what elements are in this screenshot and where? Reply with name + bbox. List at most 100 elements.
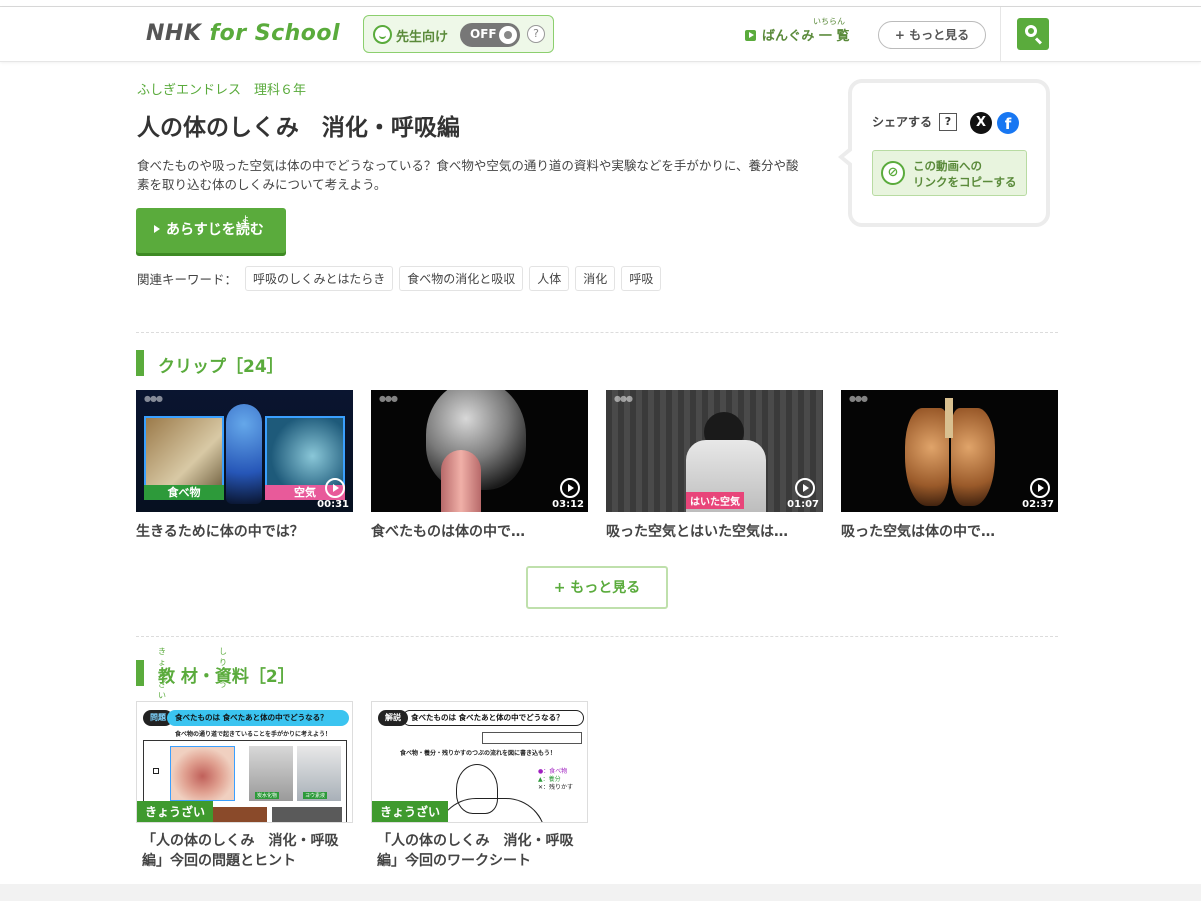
facebook-share-icon[interactable]: f (997, 112, 1019, 134)
copy-link-button[interactable]: ⊘ この動画への リンクをコピーする (872, 150, 1027, 196)
sample-label-2: ヨウ素液 (303, 792, 328, 799)
play-circle-icon (325, 478, 345, 498)
esophagus (441, 450, 481, 512)
related-keywords: 関連キーワード： 呼吸のしくみとはたらき 食べ物の消化と吸収 人体 消化 呼吸 (137, 265, 662, 291)
sheet-header: 食べたものは 食べたあと体の中でどうなる？ (402, 710, 584, 726)
x-share-icon[interactable]: X (970, 112, 992, 134)
clip-thumbnail[interactable]: ●●● 03:12 (371, 390, 588, 512)
link-icon: ⊘ (881, 161, 905, 185)
logo-nhk: NHK (146, 21, 202, 46)
more-ruby: み (618, 582, 625, 590)
synopsis-ruby: よ (242, 215, 249, 223)
legend-food: ●：食べ物 (538, 768, 568, 775)
stomach-photo (207, 807, 267, 822)
switch-knob (499, 26, 517, 44)
keyword-chip[interactable]: 呼吸のしくみとはたらき (245, 265, 394, 291)
keyword-chip[interactable]: 呼吸 (621, 265, 662, 291)
kyouzai-badge: きょうざい (372, 801, 449, 822)
sheet-answer-box (482, 732, 582, 744)
clip-title[interactable]: 吸った空気は体の中で… (841, 521, 1058, 541)
legend-waste: ✕：残りかす (538, 784, 574, 791)
sheet-subtitle: 食べ物・養分・残りかすのつぶの流れを図に書き込もう！ (400, 750, 556, 757)
mouth-photo (170, 746, 235, 801)
nhk-watermark: ●●● (379, 394, 398, 403)
left-lung (905, 408, 949, 506)
play-square-icon (745, 30, 756, 41)
keyword-chip[interactable]: 消化 (575, 265, 616, 291)
teacher-mode-switch[interactable]: OFF (460, 23, 520, 47)
clips-heading-text: クリップ［24］ (158, 357, 284, 377)
read-synopsis-label: あらすじを読む (166, 222, 264, 238)
nhk-watermark: ●●● (144, 394, 163, 403)
search-button[interactable] (1017, 18, 1049, 50)
clip-title[interactable]: 食べたものは体の中で… (371, 521, 588, 541)
material-title-line1: 「人の体のしくみ 消化・呼吸 (142, 833, 339, 849)
clip-thumbnail[interactable]: ●●● 02:37 (841, 390, 1058, 512)
page-title: 人の体のしくみ 消化・呼吸編 (137, 115, 460, 141)
header-divider (1000, 7, 1001, 62)
logo-for-school: for School (209, 21, 341, 46)
share-label: シェアする (872, 115, 933, 129)
food-label: 食べ物 (144, 485, 224, 500)
clip-duration: 03:12 (552, 499, 584, 510)
series-label[interactable]: ふしぎエンドレス 理科６年 (137, 79, 306, 98)
play-circle-icon (560, 478, 580, 498)
share-panel: シェアする ? X f ⊘ この動画への リンクをコピーする (838, 79, 1050, 227)
clip-title[interactable]: 生きるために体の中では？ (136, 521, 353, 541)
clips-more-button[interactable]: み + もっと見る (526, 566, 668, 609)
checkbox-mark (153, 768, 159, 774)
materials-heading-text: 教 材・資料［2］ (158, 667, 295, 687)
switch-state-text: OFF (470, 27, 497, 41)
clip-thumbnail[interactable]: ●●● 食べ物 空気 00:31 (136, 390, 353, 512)
trachea (945, 398, 953, 438)
section-divider (136, 332, 1058, 333)
clip-card[interactable]: ●●● 02:37 吸った空気は体の中で… (841, 390, 1058, 541)
material-title[interactable]: 「人の体のしくみ 消化・呼吸 編」今回の問題とヒント (136, 831, 353, 871)
search-icon (1025, 25, 1037, 37)
food-photo (144, 416, 224, 496)
keyword-chip[interactable]: 人体 (529, 265, 570, 291)
sheet-header: 食べたものは 食べたあと体の中でどうなる？ (167, 710, 349, 726)
clip-card[interactable]: ●●● はいた空気 01:07 吸った空気とはいた空気は… (606, 390, 823, 541)
program-list-link[interactable]: ばんぐみ 一 覧 (745, 25, 849, 44)
clip-card[interactable]: ●●● 食べ物 空気 00:31 生きるために体の中では？ (136, 390, 353, 541)
page-bottom-band (0, 884, 1201, 901)
header-more-button[interactable]: + もっと見る (878, 21, 986, 49)
program-list-label: ばんぐみ 一 覧 (762, 29, 850, 44)
keywords-label: 関連キーワード： (137, 271, 238, 287)
share-help-icon[interactable]: ? (939, 113, 957, 131)
nhk-for-school-logo[interactable]: NHK for School (146, 21, 340, 46)
read-synopsis-button[interactable]: あらすじを読む (136, 208, 286, 253)
triangle-right-icon (154, 225, 160, 233)
clip-duration: 02:37 (1022, 499, 1054, 510)
teacher-mode-toggle[interactable]: 先生向け OFF ? (363, 15, 554, 53)
nhk-watermark: ●●● (614, 394, 633, 403)
smile-face-icon (373, 25, 392, 44)
nhk-watermark: ●●● (849, 394, 868, 403)
exhaled-air-label: はいた空気 (686, 492, 744, 509)
play-circle-icon (1030, 478, 1050, 498)
site-header: NHK for School 先生向け OFF ? いちらん ばんぐみ 一 覧 … (0, 7, 1201, 62)
clip-duration: 01:07 (787, 499, 819, 510)
teacher-mode-label: 先生向け (396, 30, 449, 45)
intestine-photo (272, 807, 342, 822)
kyouzai-badge: きょうざい (137, 801, 214, 822)
material-card[interactable]: 問題 食べたものは 食べたあと体の中でどうなる？ 食べ物の通り道で起きていること… (136, 701, 353, 871)
material-title-line1: 「人の体のしくみ 消化・呼吸 (377, 833, 574, 849)
keyword-chip[interactable]: 食べ物の消化と吸収 (399, 265, 524, 291)
material-title[interactable]: 「人の体のしくみ 消化・呼吸 編」今回のワークシート (371, 831, 588, 871)
material-title-line2: 編」今回の問題とヒント (142, 853, 296, 869)
copy-link-line1: この動画への (913, 159, 982, 173)
clip-duration: 00:31 (317, 499, 349, 510)
material-card[interactable]: 解説 食べたものは 食べたあと体の中でどうなる？ 食べ物・養分・残りかすのつぶの… (371, 701, 588, 871)
body-outline-shoulders (436, 798, 546, 822)
material-thumbnail[interactable]: 問題 食べたものは 食べたあと体の中でどうなる？ 食べ物の通り道で起きていること… (136, 701, 353, 823)
heading-bar (136, 660, 144, 686)
material-thumbnail[interactable]: 解説 食べたものは 食べたあと体の中でどうなる？ 食べ物・養分・残りかすのつぶの… (371, 701, 588, 823)
clip-card[interactable]: ●●● 03:12 食べたものは体の中で… (371, 390, 588, 541)
teacher-help-icon[interactable]: ? (527, 25, 545, 43)
clip-thumbnail[interactable]: ●●● はいた空気 01:07 (606, 390, 823, 512)
clip-title[interactable]: 吸った空気とはいた空気は… (606, 521, 823, 541)
section-divider (136, 636, 1058, 637)
program-description: 食べたものや吸った空気は体の中でどうなっている？食べ物や空気の通り道の資料や実験… (137, 158, 799, 192)
